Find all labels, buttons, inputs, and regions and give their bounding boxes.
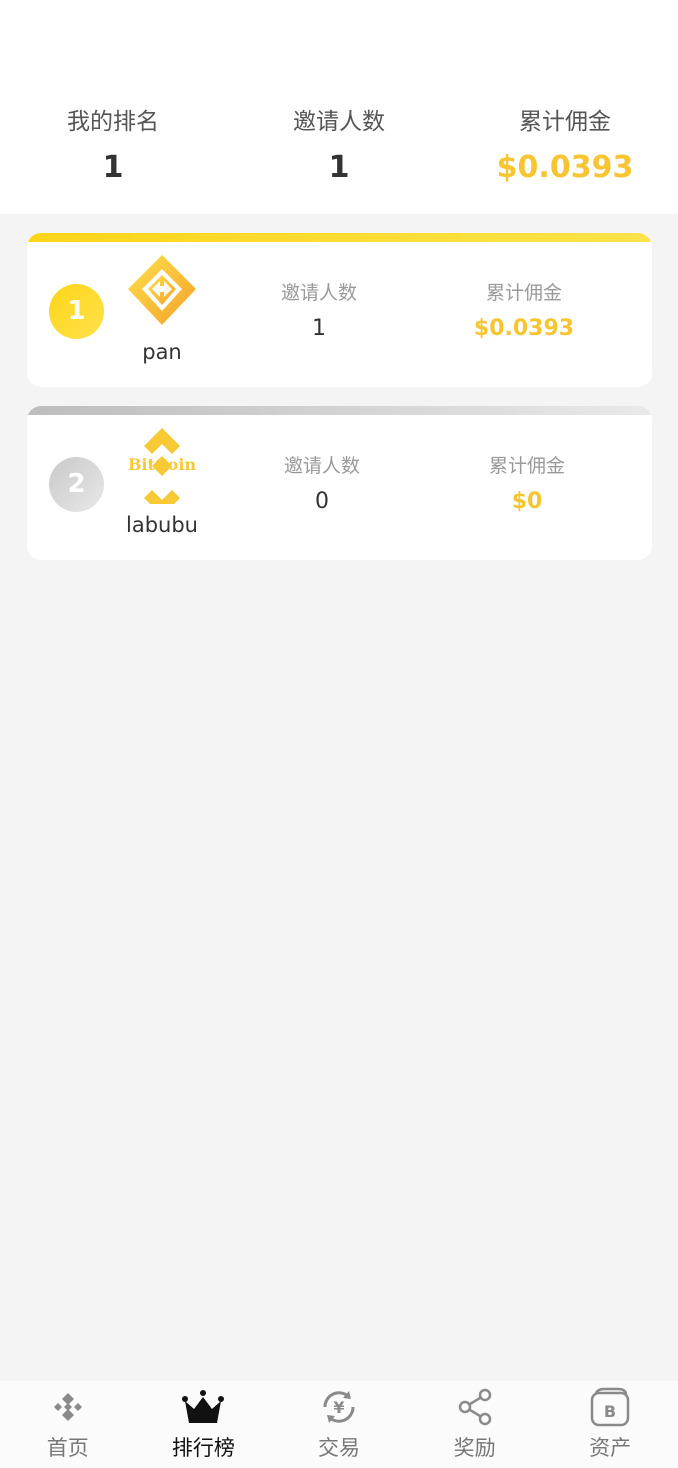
commission-value: $0	[511, 489, 543, 514]
commission-stat: 累计佣金 $0.0393	[444, 279, 604, 345]
invites-stat: 邀请人数 1	[226, 104, 452, 190]
tab-home[interactable]: 首页	[0, 1381, 136, 1468]
summary-stats: 我的排名 1 邀请人数 1 累计佣金 $0.0393	[0, 104, 678, 190]
rank-accent-bar	[27, 406, 652, 415]
leaderboard-card-2[interactable]: 2 BitCoin labubu 邀请人数 0 累计佣金 $0	[27, 406, 652, 560]
tab-assets[interactable]: B 资产	[542, 1381, 678, 1468]
my-rank-value: 1	[102, 150, 124, 185]
bitcoin-logo-text: BitCoin	[128, 455, 196, 474]
tab-label: 奖励	[453, 1436, 496, 1460]
arrows-diamond-logo-icon	[122, 251, 202, 331]
rank-badge: 1	[49, 284, 104, 339]
username: labubu	[126, 513, 198, 537]
svg-text:B: B	[604, 1402, 616, 1421]
wallet-icon: B	[588, 1385, 632, 1429]
my-rank-stat: 我的排名 1	[0, 104, 226, 190]
leaderboard-card-1[interactable]: 1 pan 邀请人数 1 累计佣金 $0.0393	[27, 233, 652, 387]
tab-label: 排行榜	[171, 1436, 235, 1460]
share-icon	[453, 1385, 497, 1429]
commission-stat: 累计佣金 $0	[447, 452, 607, 518]
rank-badge: 2	[49, 457, 104, 512]
yuan-exchange-icon: ¥	[317, 1385, 361, 1429]
crown-icon	[181, 1385, 225, 1429]
invites-label: 邀请人数	[283, 455, 360, 477]
invites-label: 邀请人数	[293, 109, 385, 135]
svg-text:¥: ¥	[333, 1398, 344, 1417]
invites-stat: 邀请人数 1	[239, 279, 399, 345]
tab-leaderboard[interactable]: 排行榜	[136, 1381, 272, 1468]
invites-label: 邀请人数	[280, 282, 357, 304]
summary-header: 我的排名 1 邀请人数 1 累计佣金 $0.0393	[0, 0, 678, 214]
invites-value: 1	[312, 316, 326, 341]
my-rank-label: 我的排名	[67, 109, 159, 135]
username: pan	[142, 340, 182, 364]
tab-label: 首页	[46, 1436, 89, 1460]
tab-trade[interactable]: ¥ 交易	[271, 1381, 407, 1468]
invites-stat: 邀请人数 0	[242, 452, 402, 518]
invites-value: 1	[328, 150, 350, 185]
tab-rewards[interactable]: 奖励	[407, 1381, 543, 1468]
commission-value: $0.0393	[473, 316, 575, 341]
commission-label: 累计佣金	[519, 109, 611, 135]
bitcoin-diamond-logo-icon: BitCoin	[122, 424, 202, 516]
rank-accent-bar	[27, 233, 652, 242]
commission-stat: 累计佣金 $0.0393	[452, 104, 678, 190]
invites-value: 0	[315, 489, 329, 514]
tab-label: 交易	[317, 1436, 360, 1460]
commission-label: 累计佣金	[485, 282, 562, 304]
tab-label: 资产	[589, 1436, 632, 1460]
commission-value: $0.0393	[496, 150, 634, 185]
commission-label: 累计佣金	[488, 455, 565, 477]
home-diamond-icon	[46, 1385, 90, 1429]
bottom-tab-bar: 首页 排行榜 ¥ 交易 奖励 B 资产	[0, 1381, 678, 1468]
